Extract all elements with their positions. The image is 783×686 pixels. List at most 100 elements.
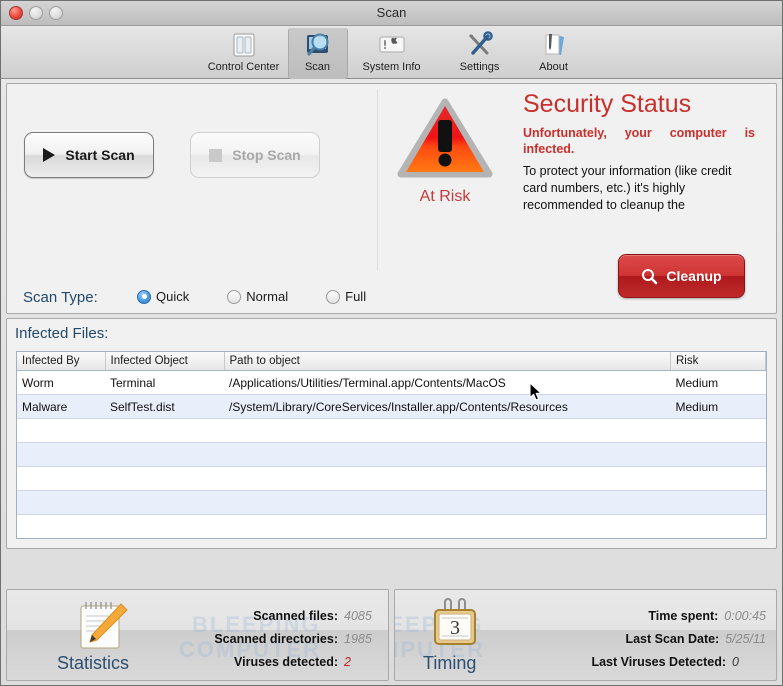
scan-type-radio-group: Quick Normal Full [137, 289, 366, 304]
column-header-risk[interactable]: Risk [671, 352, 766, 371]
security-status-section: At Risk Security Status Unfortunately, y… [395, 84, 776, 313]
settings-tools-icon [465, 30, 495, 60]
cleanup-button[interactable]: Cleanup [618, 254, 745, 298]
radio-quick[interactable]: Quick [137, 289, 189, 304]
title-bar: Scan [1, 1, 782, 26]
scan-magnifier-icon [303, 30, 333, 60]
table-row[interactable] [17, 419, 766, 443]
svg-text:3: 3 [450, 617, 460, 639]
system-info-icon [377, 30, 407, 60]
panel-divider [377, 90, 378, 270]
cell-infected-by [17, 467, 105, 491]
column-header-path[interactable]: Path to object [224, 352, 671, 371]
table-row[interactable] [17, 491, 766, 515]
cell-infected-object [105, 467, 224, 491]
radio-label-full: Full [345, 289, 366, 304]
table-row[interactable] [17, 515, 766, 539]
start-scan-button[interactable]: Start Scan [24, 132, 154, 178]
radio-dot-quick-icon [137, 290, 151, 304]
cell-path [224, 419, 671, 443]
toolbar-item-control-center[interactable]: Control Center [200, 28, 288, 79]
infected-files-panel: Infected Files: Infected By Infected Obj… [6, 318, 777, 549]
cell-risk [671, 467, 766, 491]
cell-infected-object [105, 419, 224, 443]
stat-label-last-scan-date: Last Scan Date: [625, 632, 719, 646]
stat-value-time-spent: 0:00:45 [724, 609, 766, 623]
toolbar: Control Center Scan [1, 26, 782, 79]
table-row[interactable] [17, 467, 766, 491]
security-status-heading: Security Status [523, 90, 691, 119]
about-pen-paper-icon [539, 30, 569, 60]
table-row[interactable]: Worm Terminal /Applications/Utilities/Te… [17, 371, 766, 395]
scan-type-label: Scan Type: [23, 289, 98, 306]
table-row[interactable] [17, 443, 766, 467]
cell-infected-by [17, 491, 105, 515]
timing-lines: Time spent: 0:00:45 Last Scan Date: 5/25… [591, 609, 766, 669]
summary-bar: BLEEPING COMPUTER [6, 589, 777, 681]
stat-value-scanned-files: 4085 [344, 609, 378, 623]
security-status-alert: Unfortunately, your computer is infected… [523, 125, 755, 157]
stop-scan-label: Stop Scan [232, 147, 300, 163]
cleanup-label: Cleanup [666, 268, 721, 284]
stat-label-viruses-detected: Viruses detected: [234, 655, 338, 669]
scan-controls-panel: Start Scan Stop Scan Scan Type: Quick No… [6, 83, 777, 314]
cell-infected-object: SelfTest.dist [105, 395, 224, 419]
stat-value-last-viruses-detected: 0 [732, 655, 766, 669]
radio-full[interactable]: Full [326, 289, 366, 304]
magnifier-icon [641, 268, 658, 285]
cell-path [224, 443, 671, 467]
timing-box: BLEEPING COMPUTER 3 Timing [394, 589, 777, 681]
infected-files-table-container[interactable]: Infected By Infected Object Path to obje… [16, 351, 767, 539]
cell-path [224, 515, 671, 539]
toolbar-item-scan[interactable]: Scan [288, 28, 348, 79]
stat-line-scanned-directories: Scanned directories: 1985 [214, 632, 378, 646]
radio-label-normal: Normal [246, 289, 288, 304]
toolbar-label-system-info: System Info [362, 61, 420, 73]
cell-path: /Applications/Utilities/Terminal.app/Con… [224, 371, 671, 395]
cell-path: /System/Library/CoreServices/Installer.a… [224, 395, 671, 419]
stat-label-scanned-directories: Scanned directories: [214, 632, 338, 646]
cell-infected-object [105, 443, 224, 467]
column-header-infected-object[interactable]: Infected Object [105, 352, 224, 371]
toolbar-label-scan: Scan [305, 61, 330, 73]
stop-square-icon [209, 149, 222, 162]
stop-scan-button[interactable]: Stop Scan [190, 132, 320, 178]
control-center-icon [229, 30, 259, 60]
cell-infected-by: Worm [17, 371, 105, 395]
cell-infected-object: Terminal [105, 371, 224, 395]
toolbar-label-control-center: Control Center [208, 61, 280, 73]
infected-files-table: Infected By Infected Object Path to obje… [17, 352, 766, 539]
cell-infected-object [105, 491, 224, 515]
column-header-infected-by[interactable]: Infected By [17, 352, 105, 371]
stat-line-viruses-detected: Viruses detected: 2 [234, 655, 378, 669]
stat-value-last-scan-date: 5/25/11 [725, 632, 766, 646]
statistics-label: Statistics [57, 653, 129, 674]
window-title: Scan [1, 5, 782, 20]
stat-line-time-spent: Time spent: 0:00:45 [648, 609, 766, 623]
cell-infected-by [17, 419, 105, 443]
table-row[interactable]: Malware SelfTest.dist /System/Library/Co… [17, 395, 766, 419]
play-icon [43, 148, 55, 162]
start-scan-label: Start Scan [65, 147, 134, 163]
cell-risk [671, 491, 766, 515]
warning-triangle-icon [397, 96, 493, 180]
toolbar-label-about: About [539, 61, 568, 73]
cell-risk [671, 515, 766, 539]
radio-normal[interactable]: Normal [227, 289, 288, 304]
infected-files-title: Infected Files: [15, 325, 108, 342]
at-risk-label: At Risk [395, 188, 495, 206]
radio-label-quick: Quick [156, 289, 189, 304]
cell-risk: Medium [671, 371, 766, 395]
stat-line-scanned-files: Scanned files: 4085 [253, 609, 378, 623]
security-status-body: To protect your information (like credit… [523, 163, 755, 214]
stat-value-scanned-directories: 1985 [344, 632, 378, 646]
stat-line-last-viruses-detected: Last Viruses Detected: 0 [591, 655, 766, 669]
cell-infected-by: Malware [17, 395, 105, 419]
toolbar-item-settings[interactable]: Settings [436, 28, 524, 79]
cell-risk [671, 419, 766, 443]
cell-path [224, 467, 671, 491]
toolbar-item-about[interactable]: About [524, 28, 584, 79]
cell-infected-by [17, 443, 105, 467]
cell-risk: Medium [671, 395, 766, 419]
toolbar-item-system-info[interactable]: System Info [348, 28, 436, 79]
